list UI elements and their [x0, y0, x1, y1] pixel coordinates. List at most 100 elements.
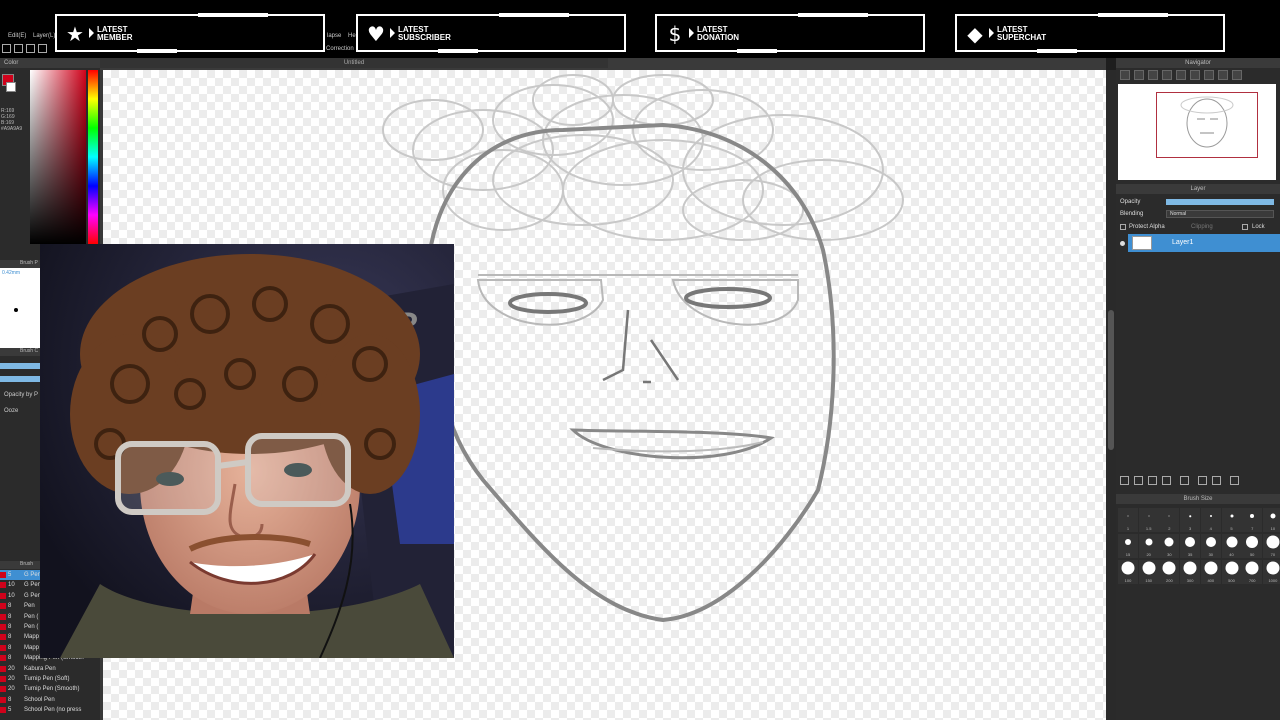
brush-size-cell[interactable]: 100	[1118, 560, 1138, 584]
brush-preview-title: Brush P	[0, 260, 40, 268]
scrollbar-thumb[interactable]	[1108, 310, 1114, 450]
protect-alpha-checkbox[interactable]	[1120, 224, 1126, 230]
clipping-label: Clipping	[1191, 224, 1213, 230]
brush-color-swatch	[0, 707, 6, 714]
brush-size-label: 5	[1230, 526, 1233, 531]
brush-slider[interactable]	[0, 363, 40, 369]
toolbar-correction[interactable]: Correction	[326, 46, 354, 52]
brush-slider[interactable]	[0, 376, 40, 382]
lock-checkbox[interactable]	[1242, 224, 1248, 230]
brush-list-item[interactable]: 20 Turnip Pen (Soft)	[0, 674, 100, 684]
brush-size-cell[interactable]: 700	[1242, 560, 1263, 584]
brush-size-dot	[1189, 515, 1191, 517]
menu-edit[interactable]: Edit(E)	[8, 33, 26, 39]
brush-size-label: 100	[1124, 578, 1132, 583]
brush-size-label: 30	[1208, 552, 1214, 557]
brush-size-dot	[1266, 535, 1280, 549]
alert-label: LATEST DONATION	[697, 26, 740, 42]
brush-list-item[interactable]: 5 School Pen (no press	[0, 705, 100, 715]
brush-size-grid: 1 1.5 2 3 4 5 7 10 15 20 30 35 30 40 50 70 100 150 200 300 4…	[1116, 504, 1280, 604]
folder-icon[interactable]	[1180, 476, 1189, 485]
brush-size-cell[interactable]: 150	[1138, 560, 1159, 584]
trash-icon[interactable]	[1230, 476, 1239, 485]
brush-size-cell[interactable]: 20	[1138, 534, 1159, 558]
brush-size-cell[interactable]: 40	[1221, 534, 1242, 558]
canvas-title: Untitled	[100, 58, 608, 68]
brush-size-dot	[1185, 537, 1196, 547]
brush-size-dot	[1125, 539, 1131, 545]
right-panel: Navigator Layer Opacity Blending Normal …	[1116, 58, 1280, 720]
brush-color-swatch	[0, 603, 6, 610]
layer-menu-icon[interactable]	[1162, 476, 1171, 485]
brush-list-item[interactable]: 8 School Pen	[0, 695, 100, 705]
brush-size-cell[interactable]: 30	[1159, 534, 1180, 558]
brush-size-cell[interactable]: 15	[1118, 534, 1138, 558]
brush-list-item[interactable]: 20 Kabura Pen	[0, 664, 100, 674]
brush-size-cell[interactable]: 5	[1221, 508, 1242, 532]
tool-icon[interactable]	[14, 44, 23, 53]
brush-size-cell[interactable]: 30	[1200, 534, 1221, 558]
brush-size-cell[interactable]: 4	[1200, 508, 1221, 532]
zoom-out-icon[interactable]	[1120, 70, 1130, 80]
actual-size-icon[interactable]	[1162, 70, 1172, 80]
flip-icon[interactable]	[1232, 70, 1242, 80]
navigator-viewport-frame[interactable]	[1156, 92, 1258, 158]
new-layer-icon[interactable]	[1134, 476, 1143, 485]
arrow-icon	[390, 28, 395, 38]
brush-size-label: 1000	[1268, 578, 1278, 583]
brush-size-dot	[1245, 561, 1259, 575]
brush-size-cell[interactable]: 7	[1242, 508, 1263, 532]
brush-size-cell[interactable]: 1.5	[1138, 508, 1159, 532]
brush-size-cell[interactable]: 300	[1180, 560, 1201, 584]
brush-size-cell[interactable]: 1000	[1262, 560, 1280, 584]
brush-size: 5	[8, 572, 12, 578]
background-color-swatch[interactable]	[6, 82, 16, 92]
brush-size-text: 0.42mm	[2, 270, 21, 276]
blending-select[interactable]: Normal	[1166, 210, 1274, 218]
new-layer-icon[interactable]	[1120, 476, 1129, 485]
brush-size-cell[interactable]: 10	[1262, 508, 1280, 532]
tool-icon[interactable]	[2, 44, 11, 53]
brush-size-cell[interactable]: 35	[1180, 534, 1201, 558]
visibility-eye-icon[interactable]	[1120, 241, 1125, 246]
tool-icon[interactable]	[38, 44, 47, 53]
brush-size-cell[interactable]: 200	[1159, 560, 1180, 584]
reset-icon[interactable]	[1204, 70, 1214, 80]
rotate-right-icon[interactable]	[1218, 70, 1228, 80]
brush-size-dot	[1121, 561, 1135, 575]
brush-size-label: 700	[1248, 578, 1256, 583]
new-layer-icon[interactable]	[1148, 476, 1157, 485]
menu-layer[interactable]: Layer(L)	[33, 33, 55, 39]
zoom-icon[interactable]	[1176, 70, 1186, 80]
brush-size-cell[interactable]: 3	[1180, 508, 1201, 532]
brush-size: 8	[8, 696, 12, 703]
menu-help[interactable]: He	[348, 33, 356, 39]
hue-slider[interactable]	[88, 70, 98, 244]
brush-size-cell[interactable]: 1	[1118, 508, 1138, 532]
alert-label: LATEST MEMBER	[97, 26, 133, 42]
brush-size-dot	[1164, 537, 1174, 547]
brush-color-swatch	[0, 572, 6, 578]
fit-icon[interactable]	[1148, 70, 1158, 80]
opacity-slider[interactable]	[1166, 199, 1274, 205]
duplicate-icon[interactable]	[1198, 476, 1207, 485]
merge-icon[interactable]	[1212, 476, 1221, 485]
navigator-preview[interactable]	[1118, 84, 1276, 180]
zoom-in-icon[interactable]	[1134, 70, 1144, 80]
brush-size-cell[interactable]: 400	[1200, 560, 1221, 584]
layer-item-layer1[interactable]: Layer1	[1128, 234, 1280, 252]
canvas-vertical-scrollbar[interactable]	[1106, 70, 1116, 720]
toolbar-icons	[0, 43, 100, 55]
brush-size-dot	[1168, 515, 1170, 517]
menu-lapse[interactable]: lapse	[327, 33, 341, 39]
brush-color-swatch	[0, 644, 6, 651]
color-picker-square[interactable]	[30, 70, 86, 244]
brush-size-cell[interactable]: 500	[1221, 560, 1242, 584]
brush-size-cell[interactable]: 2	[1159, 508, 1180, 532]
brush-list-item[interactable]: 20 Turnip Pen (Smooth)	[0, 684, 100, 694]
brush-size-cell[interactable]: 50	[1242, 534, 1263, 558]
brush-name: Pen (	[24, 613, 39, 620]
rotate-left-icon[interactable]	[1190, 70, 1200, 80]
brush-size-cell[interactable]: 70	[1262, 534, 1280, 558]
tool-icon[interactable]	[26, 44, 35, 53]
